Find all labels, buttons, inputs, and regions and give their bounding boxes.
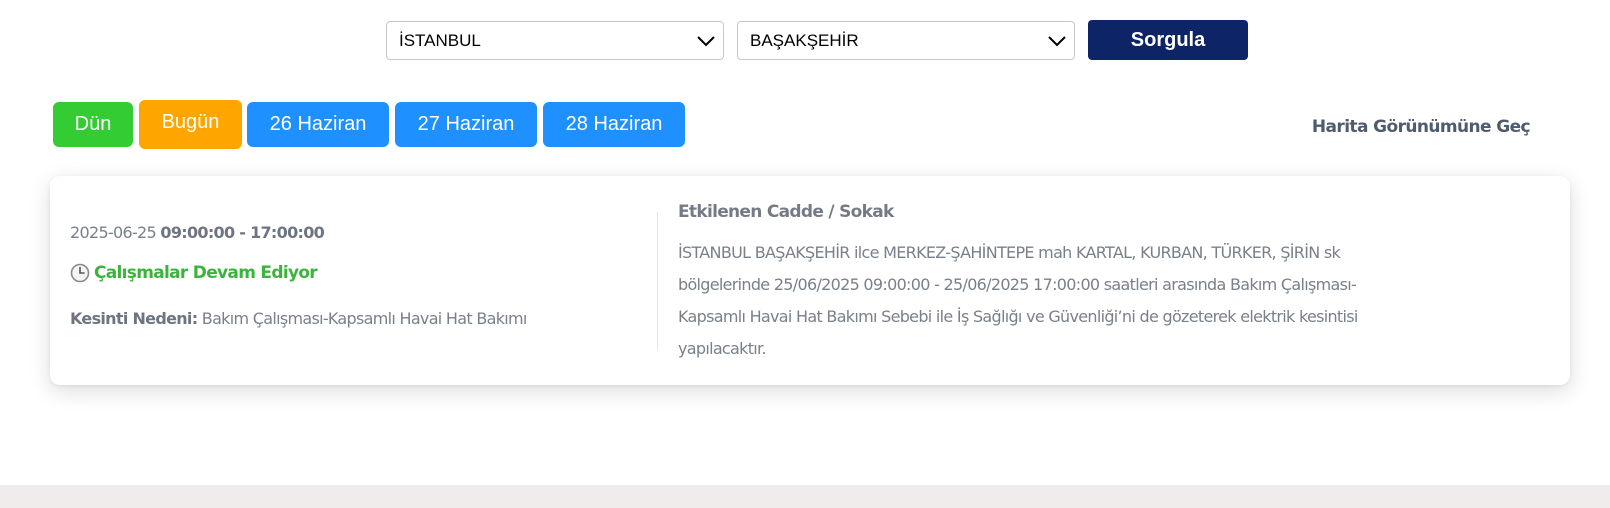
footer-band xyxy=(0,485,1610,508)
affected-streets-description: İSTANBUL BAŞAKŞEHİR ilce MERKEZ-ŞAHİNTEP… xyxy=(678,243,1358,358)
clock-icon xyxy=(70,263,90,283)
status-text: Çalışmalar Devam Ediyor xyxy=(94,263,318,283)
day-tab-26-june[interactable]: 26 Haziran xyxy=(247,102,389,147)
outage-date-time: 2025-06-25 09:00:00 - 17:00:00 xyxy=(70,223,325,242)
city-select[interactable]: İSTANBUL xyxy=(386,21,724,60)
outage-time-range: 09:00:00 - 17:00:00 xyxy=(160,223,325,242)
chevron-down-icon xyxy=(1048,36,1066,47)
outage-reason: Kesinti Nedeni: Bakım Çalışması-Kapsamlı… xyxy=(70,309,527,328)
day-tab-yesterday[interactable]: Dün xyxy=(53,102,133,147)
district-select[interactable]: BAŞAKŞEHİR xyxy=(737,21,1075,60)
outage-card: 2025-06-25 09:00:00 - 17:00:00 Çalışmala… xyxy=(50,176,1570,385)
day-tab-today[interactable]: Bugün xyxy=(139,100,242,149)
reason-label: Kesinti Nedeni: xyxy=(70,309,198,328)
day-tab-28-june[interactable]: 28 Haziran xyxy=(543,102,685,147)
chevron-down-icon xyxy=(697,36,715,47)
day-tab-27-june[interactable]: 27 Haziran xyxy=(395,102,537,147)
district-select-value: BAŞAKŞEHİR xyxy=(750,30,859,50)
outage-status: Çalışmalar Devam Ediyor xyxy=(70,263,318,283)
affected-streets-heading: Etkilenen Cadde / Sokak xyxy=(678,202,894,222)
card-divider xyxy=(657,212,658,350)
map-view-link[interactable]: Harita Görünümüne Geç xyxy=(1290,117,1531,137)
query-button[interactable]: Sorgula xyxy=(1088,20,1248,60)
reason-value: Bakım Çalışması-Kapsamlı Havai Hat Bakım… xyxy=(201,309,528,328)
city-select-value: İSTANBUL xyxy=(399,30,481,50)
outage-date: 2025-06-25 xyxy=(70,223,157,242)
